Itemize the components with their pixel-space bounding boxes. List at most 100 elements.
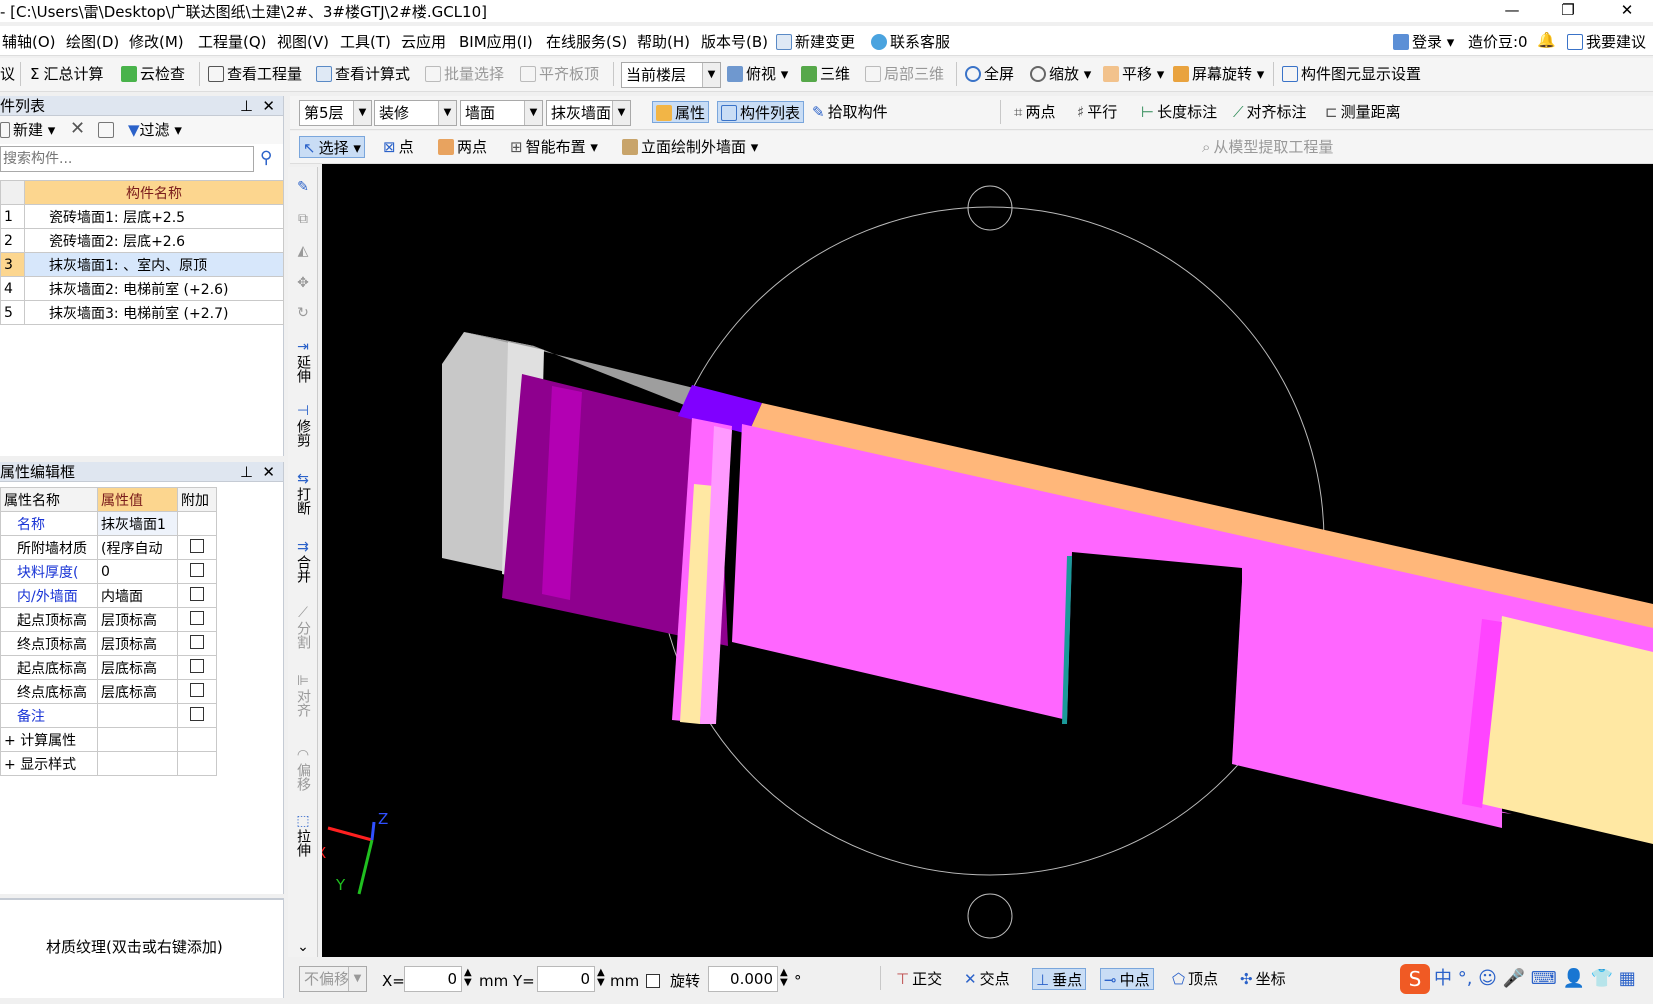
property-row[interactable]: 块料厚度(0 — [0, 559, 217, 584]
view-quantity-button[interactable]: 查看工程量 — [208, 63, 302, 85]
ime-logo-icon[interactable]: S — [1400, 964, 1430, 994]
dim-align-button[interactable]: ⟋ 对齐标注 — [1233, 101, 1307, 123]
pin-icon[interactable]: ⊥ — [240, 96, 253, 116]
close-icon[interactable]: ✕ — [262, 96, 275, 116]
menu-version[interactable]: 版本号(B) — [701, 31, 768, 52]
component-search-input[interactable] — [0, 146, 254, 172]
menu-quantity[interactable]: 工程量(Q) — [198, 31, 267, 52]
point-button[interactable]: ⊠ 点 — [383, 136, 414, 158]
table-row[interactable]: 5 抹灰墙面3: 电梯前室 (+2.7) — [0, 300, 284, 325]
dim-length-button[interactable]: ⊢ 长度标注 — [1141, 101, 1217, 123]
search-icon[interactable]: ⚲ — [260, 148, 272, 168]
property-group-row[interactable]: + 显示样式 — [0, 751, 217, 776]
property-row[interactable]: 备注 — [0, 703, 217, 728]
copy-tool-icon[interactable]: ⧉ — [288, 211, 318, 227]
two-points-button[interactable]: 两点 — [438, 136, 487, 158]
menu-cloud[interactable]: 云应用 — [401, 31, 446, 52]
table-row[interactable]: 1 瓷砖墙面1: 层底+2.5 — [0, 204, 284, 229]
table-row-selected[interactable]: 3 抹灰墙面1: 、室内、原顶 — [0, 252, 284, 277]
checkbox[interactable] — [190, 658, 204, 673]
suggest-button[interactable]: 我要建议 — [1567, 31, 1646, 52]
minimize-button[interactable]: — — [1488, 0, 1536, 22]
properties-toggle[interactable]: 属性 — [652, 101, 710, 123]
rotate-tool-icon[interactable]: ↻ — [288, 305, 318, 321]
ime-toolbar[interactable]: 中 °, ☺ 🎤 ⌨ 👤 👕 ▦ — [1434, 968, 1636, 990]
delete-icon[interactable]: ✕ — [70, 118, 85, 140]
menu-tools[interactable]: 工具(T) — [340, 31, 391, 52]
summary-calc-button[interactable]: Σ 汇总计算 — [30, 63, 104, 85]
component-list-toggle[interactable]: 构件列表 — [717, 101, 805, 123]
maximize-button[interactable]: ❐ — [1544, 0, 1592, 22]
table-row[interactable]: 4 抹灰墙面2: 电梯前室 (+2.6) — [0, 276, 284, 301]
orbit-handle-top[interactable] — [967, 185, 1013, 231]
property-value[interactable]: 层底标高 — [97, 655, 178, 680]
trim-button[interactable]: ⊣ 修剪 — [288, 403, 318, 451]
texture-panel[interactable]: 材质纹理(双击或右键添加) — [0, 898, 284, 998]
pan-button[interactable]: 平移 ▾ — [1103, 63, 1164, 85]
measure-distance-button[interactable]: ⊏ 测量距离 — [1325, 101, 1401, 123]
menu-help[interactable]: 帮助(H) — [637, 31, 690, 52]
category-select[interactable]: 装修 ▼ — [374, 100, 457, 126]
property-value[interactable]: 层顶标高 — [97, 607, 178, 632]
dim-parallel-button[interactable]: ♯ 平行 — [1077, 101, 1117, 123]
3d-viewport[interactable]: X Y Z — [322, 164, 1653, 957]
orbit-handle-bottom[interactable] — [967, 893, 1013, 939]
display-settings-button[interactable]: 构件图元显示设置 — [1282, 63, 1421, 85]
extract-quantity-button[interactable]: ⌕ 从模型提取工程量 — [1202, 136, 1333, 158]
more-tools-icon[interactable]: ⌄ — [288, 939, 318, 955]
fullscreen-button[interactable]: 全屏 — [965, 63, 1014, 85]
checkbox[interactable] — [190, 610, 204, 625]
copy-icon[interactable] — [98, 119, 117, 141]
align-button[interactable]: ⊫ 对齐 — [288, 673, 318, 721]
checkbox[interactable] — [190, 706, 204, 721]
snap-intersection-button[interactable]: ✕ 交点 — [964, 968, 1010, 990]
rotate-screen-button[interactable]: 屏幕旋转 ▾ — [1173, 63, 1264, 85]
top-view-button[interactable]: 俯视 ▾ — [727, 63, 788, 85]
property-row[interactable]: 起点顶标高 层顶标高 — [0, 607, 217, 632]
menu-draw[interactable]: 绘图(D) — [66, 31, 119, 52]
property-row[interactable]: 内/外墙面 内墙面 — [0, 583, 217, 608]
snap-coordinate-button[interactable]: ✣ 坐标 — [1240, 968, 1286, 990]
rotate-input[interactable]: 0.000 — [708, 966, 778, 992]
checkbox[interactable] — [190, 682, 204, 697]
zoom-button[interactable]: 缩放 ▾ — [1030, 63, 1091, 85]
menu-online[interactable]: 在线服务(S) — [546, 31, 627, 52]
3d-button[interactable]: 三维 — [801, 63, 850, 85]
menu-support[interactable]: 联系客服 — [871, 31, 950, 52]
property-value[interactable]: (程序自动 — [97, 535, 178, 560]
checkbox[interactable] — [190, 538, 204, 553]
break-button[interactable]: ⇆ 打断 — [288, 471, 318, 519]
view-formula-button[interactable]: 查看计算式 — [316, 63, 410, 85]
property-row[interactable]: 起点底标高 层底标高 — [0, 655, 217, 680]
close-icon[interactable]: ✕ — [262, 462, 275, 482]
pick-component-button[interactable]: ✎ 拾取构件 — [812, 101, 888, 123]
x-input[interactable]: 0 — [404, 966, 462, 992]
expand-icon[interactable]: + — [4, 757, 16, 773]
new-component-button[interactable]: 新建 ▾ — [0, 119, 55, 141]
property-value[interactable]: 内墙面 — [97, 583, 178, 608]
table-row[interactable]: 2 瓷砖墙面2: 层底+2.6 — [0, 228, 284, 253]
split-button[interactable]: ⟋ 分割 — [288, 605, 318, 653]
property-row[interactable]: 名称 抹灰墙面1 — [0, 511, 217, 536]
dim-two-points-button[interactable]: ⌗ 两点 — [1014, 101, 1055, 123]
property-value[interactable]: 层底标高 — [97, 679, 178, 704]
local-3d-button[interactable]: 局部三维 — [865, 63, 944, 85]
menu-view[interactable]: 视图(V) — [277, 31, 329, 52]
toolbar-cut-label[interactable]: 议 — [0, 63, 15, 85]
close-button[interactable]: ✕ — [1603, 0, 1651, 22]
merge-button[interactable]: ⇉ 合并 — [288, 539, 318, 587]
property-row[interactable]: 所附墙材质 (程序自动 — [0, 535, 217, 560]
component-select[interactable]: 抹灰墙面 ▼ — [546, 100, 631, 126]
cloud-check-button[interactable]: 云检查 — [121, 63, 185, 85]
filter-button[interactable]: ▼过滤 ▾ — [128, 119, 182, 141]
move-icon[interactable]: ✥ — [288, 275, 318, 291]
offset-button[interactable]: ◠ 偏移 — [288, 747, 318, 795]
batch-select-button[interactable]: 批量选择 — [425, 63, 504, 85]
bell-icon[interactable]: 🔔 — [1537, 31, 1556, 49]
stretch-button[interactable]: ⬚ 拉伸 — [288, 813, 318, 861]
snap-ortho-button[interactable]: ⊤ 正交 — [896, 968, 942, 990]
property-value[interactable]: 层顶标高 — [97, 631, 178, 656]
property-value[interactable]: 抹灰墙面1 — [97, 511, 178, 536]
menu-new-change[interactable]: 新建变更 — [776, 31, 855, 52]
y-spinner[interactable]: ▲ ▼ — [597, 968, 605, 990]
